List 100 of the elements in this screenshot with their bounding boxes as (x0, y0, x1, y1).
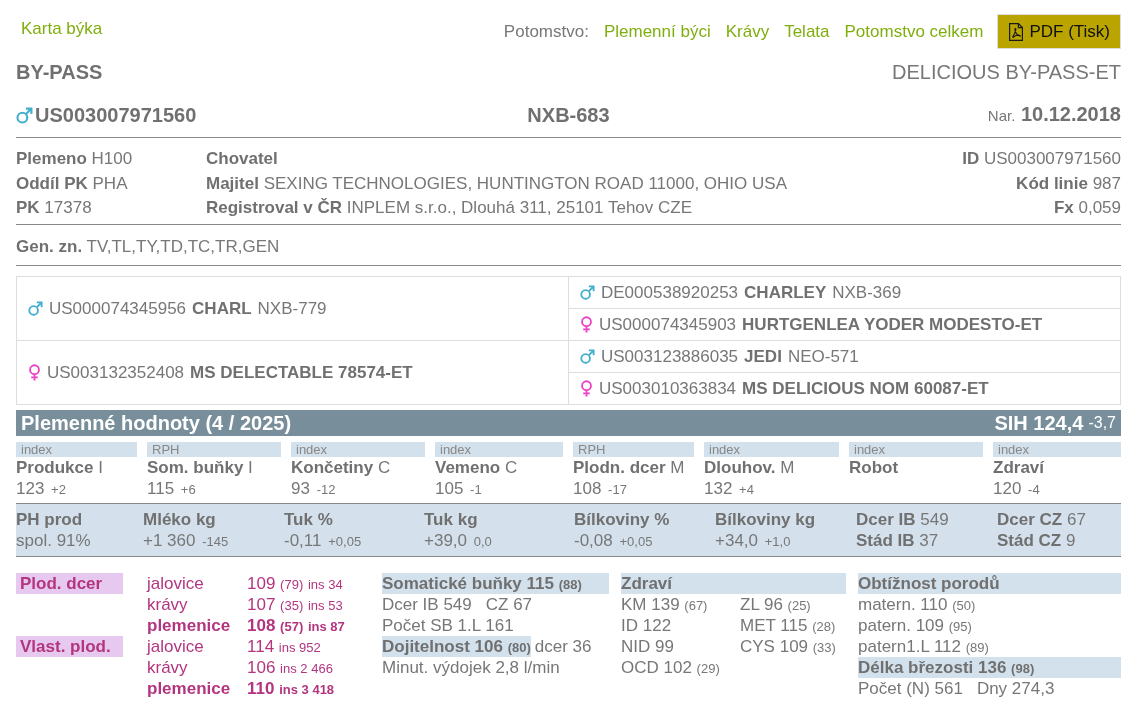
metric-value: +1 360 (143, 531, 196, 550)
trait-value: OCD 102 (621, 658, 692, 677)
animal-id: DE000538920253 (601, 282, 739, 303)
index-type-label: index (849, 442, 983, 457)
detail-label: Gen. zn. (16, 237, 83, 256)
metric-label: Tuk % (284, 510, 333, 529)
bull-full-name: DELICIOUS BY-PASS-ET (892, 60, 1121, 84)
animal-id: US003123886035 (601, 346, 739, 367)
insemination-count: ins 87 (307, 619, 345, 634)
reliability-value: (88) (558, 577, 582, 592)
female-symbol-icon (580, 316, 593, 333)
category-name: krávy (147, 658, 188, 677)
detail-label: Oddíl PK (16, 173, 88, 193)
line-code: NXB-683 (527, 103, 610, 127)
trait-note: dcer 36 (534, 636, 592, 657)
count-value: 9 (1065, 531, 1076, 550)
metric-value: +34,0 (715, 531, 758, 550)
detail-value: 0,059 (1078, 198, 1121, 217)
male-symbol-icon (580, 285, 595, 300)
count-label: Stád IB (856, 531, 915, 550)
offspring-link[interactable]: Telata (784, 21, 830, 42)
trait-value: ZL 96 (740, 595, 783, 614)
metric-label: Tuk kg (424, 510, 478, 529)
reliability-value: (89) (965, 640, 989, 655)
index-name: Produkce (16, 458, 94, 477)
trait-value: ID 122 (621, 616, 672, 635)
count-label: Stád CZ (997, 531, 1062, 550)
change-value: -17 (608, 482, 627, 497)
index-name: Zdraví (993, 458, 1045, 477)
fertility-value: 114 (247, 637, 275, 656)
animal-name: JEDI (744, 346, 782, 367)
trait-value: CZ 67 (485, 595, 533, 614)
index-grade: I (248, 458, 253, 477)
category-name: jalovice (147, 637, 204, 656)
detail-label: ID (962, 149, 980, 168)
sih-value: SIH 124,4 (994, 411, 1084, 435)
animal-name: MS DELICIOUS NOM 60087-ET (742, 378, 989, 399)
count-value: 37 (919, 531, 939, 550)
trait-value: patern. 109 (858, 616, 944, 635)
bull-name: BY-PASS (16, 60, 103, 84)
detail-value: TV,TL,TY,TD,TC,TR,GEN (86, 237, 280, 256)
female-symbol-icon (580, 380, 593, 397)
detail-value: SEXING TECHNOLOGIES, HUNTINGTON ROAD 11000, OHIO USA (263, 173, 787, 193)
animal-name: HURTGENLEA YODER MODESTO-ET (742, 314, 1043, 335)
offspring-link[interactable]: Potomstvo celkem (844, 21, 984, 42)
male-symbol-icon (580, 349, 595, 364)
change-value: -1 (470, 482, 482, 497)
index-type-label: index (704, 442, 839, 457)
change-value: -3,7 (1088, 414, 1116, 432)
reliability-value: (29) (696, 661, 720, 676)
reliability-value: (80) (507, 640, 531, 655)
female-symbol-icon (28, 364, 41, 381)
change-value: +0,05 (328, 534, 362, 549)
insemination-count: ins 952 (278, 640, 321, 655)
insemination-count: ins 53 (307, 598, 343, 613)
detail-label: Kód linie (1016, 173, 1088, 193)
detail-value: 17378 (44, 198, 92, 217)
reliability-value: (25) (787, 598, 811, 613)
offspring-link[interactable]: Krávy (725, 21, 770, 42)
offspring-link[interactable]: Plemenní býci (603, 21, 711, 42)
trait-title: Obtížnost porodů (858, 574, 1000, 593)
index-grade: M (670, 458, 685, 477)
metric-label: PH prod (16, 510, 83, 529)
change-value: +2 (51, 482, 66, 497)
metric-value: +39,0 (424, 531, 467, 550)
reliability-value: (95) (948, 619, 972, 634)
category-name: krávy (147, 595, 188, 614)
index-value: 132 (704, 479, 733, 498)
fertility-group-label: Plod. dcer (16, 573, 123, 594)
index-value: 105 (435, 479, 464, 498)
index-name: Som. buňky (147, 458, 244, 477)
count-value: 67 (1066, 510, 1086, 529)
category-name: plemenice (147, 679, 231, 698)
trait-value: MET 115 (740, 616, 808, 635)
trait-value: Dcer IB 549 (382, 595, 472, 614)
index-type-label: index (993, 442, 1121, 457)
index-value: 120 (993, 479, 1022, 498)
bull-id: US003007971560 (35, 103, 197, 127)
insemination-count: ins 2 466 (280, 661, 333, 676)
reliability-value: (98) (1011, 661, 1035, 676)
detail-value: INPLEM s.r.o., Dlouhá 311, 25101 Tehov CZE (346, 198, 692, 217)
pdf-print-button[interactable]: PDF (Tisk) (997, 14, 1121, 49)
card-title-link[interactable]: Karta býka (16, 19, 103, 39)
index-type-label: index (291, 442, 425, 457)
trait-value: Minut. výdojek 2,8 l/min (382, 658, 560, 677)
animal-code: NXB-369 (832, 282, 902, 303)
animal-id: US003132352408 (47, 362, 185, 383)
trait-value: Dny 274,3 (976, 679, 1055, 698)
change-value: +0,05 (619, 534, 653, 549)
index-grade: C (377, 458, 391, 477)
metric-value: -0,11 (284, 531, 322, 550)
reliability-value: (33) (812, 640, 836, 655)
detail-label: PK (16, 198, 40, 217)
count-label: Dcer CZ (997, 510, 1063, 529)
trait-title: Dojitelnost 106 (382, 637, 503, 656)
animal-code: NEO-571 (787, 346, 859, 367)
reliability-value: (35) (280, 598, 304, 613)
metric-value: spol. 91% (16, 531, 91, 550)
change-value: -12 (316, 482, 336, 497)
index-name: Plodn. dcer (573, 458, 666, 477)
